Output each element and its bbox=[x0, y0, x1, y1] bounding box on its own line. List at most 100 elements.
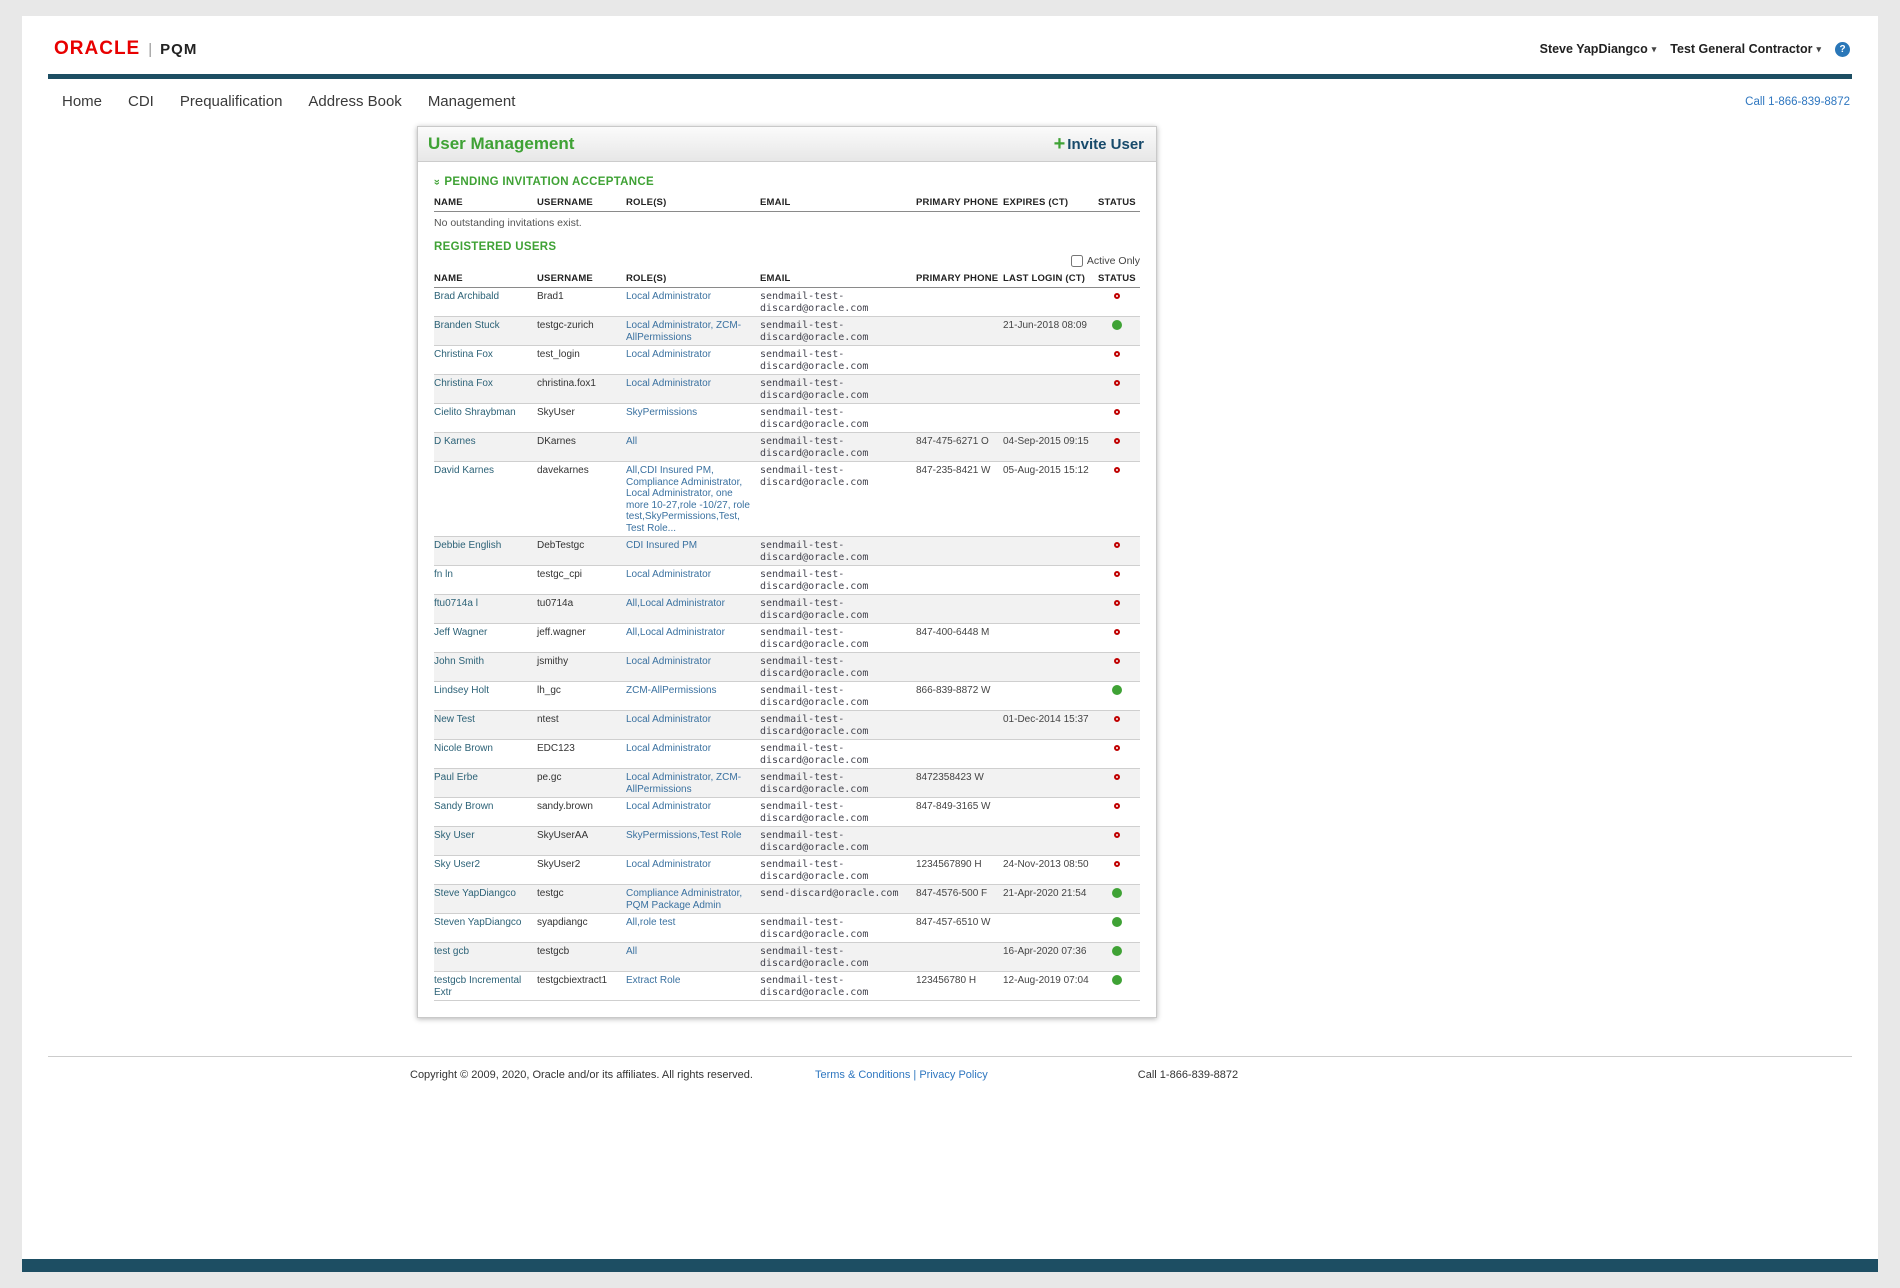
phone-cell: 847-4576-500 F bbox=[916, 885, 1003, 914]
nav-item-home[interactable]: Home bbox=[62, 93, 102, 110]
user-name-link[interactable]: Steve YapDiangco bbox=[434, 885, 537, 914]
roles-cell: Local Administrator bbox=[626, 346, 760, 375]
last-login-cell bbox=[1003, 740, 1098, 769]
roles-cell: All,Local Administrator bbox=[626, 624, 760, 653]
panel-body: « PENDING INVITATION ACCEPTANCE NAMEUSER… bbox=[418, 162, 1156, 1017]
help-icon[interactable]: ? bbox=[1835, 42, 1850, 57]
email-cell: sendmail-test-discard@oracle.com bbox=[760, 462, 916, 537]
pending-section-heading: « PENDING INVITATION ACCEPTANCE bbox=[434, 176, 1140, 188]
last-login-cell: 21-Apr-2020 21:54 bbox=[1003, 885, 1098, 914]
user-name-link[interactable]: Sky User2 bbox=[434, 856, 537, 885]
footer-links: Terms & Conditions | Privacy Policy bbox=[815, 1069, 988, 1081]
last-login-cell bbox=[1003, 682, 1098, 711]
user-name-link[interactable]: Steven YapDiangco bbox=[434, 914, 537, 943]
column-header-email: EMAIL bbox=[760, 270, 916, 288]
plus-icon: + bbox=[1054, 136, 1066, 152]
status-cell bbox=[1098, 682, 1140, 711]
username-cell: lh_gc bbox=[537, 682, 626, 711]
user-name-link[interactable]: D Karnes bbox=[434, 433, 537, 462]
user-name-link[interactable]: David Karnes bbox=[434, 462, 537, 537]
call-link[interactable]: Call 1-866-839-8872 bbox=[1745, 96, 1850, 108]
user-menu[interactable]: Steve YapDiangco ▾ bbox=[1540, 42, 1657, 56]
table-row: Sandy Brownsandy.brownLocal Administrato… bbox=[434, 798, 1140, 827]
user-name-link[interactable]: Brad Archibald bbox=[434, 288, 537, 317]
org-menu[interactable]: Test General Contractor ▾ bbox=[1670, 42, 1821, 56]
user-name-link[interactable]: John Smith bbox=[434, 653, 537, 682]
username-cell: DebTestgc bbox=[537, 537, 626, 566]
footer-link-separator: | bbox=[913, 1069, 916, 1081]
column-header-status: STATUS bbox=[1098, 194, 1140, 212]
column-header-email: EMAIL bbox=[760, 194, 916, 212]
nav-item-prequalification[interactable]: Prequalification bbox=[180, 93, 283, 110]
user-name-link[interactable]: Branden Stuck bbox=[434, 317, 537, 346]
status-inactive-icon bbox=[1114, 658, 1120, 664]
email-cell: sendmail-test-discard@oracle.com bbox=[760, 624, 916, 653]
user-name-link[interactable]: fn ln bbox=[434, 566, 537, 595]
column-header-username: USERNAME bbox=[537, 194, 626, 212]
user-name-link[interactable]: testgcb Incremental Extr bbox=[434, 972, 537, 1001]
column-header-role-s: ROLE(S) bbox=[626, 194, 760, 212]
user-name-link[interactable]: Sandy Brown bbox=[434, 798, 537, 827]
status-inactive-icon bbox=[1114, 832, 1120, 838]
last-login-cell bbox=[1003, 827, 1098, 856]
last-login-cell bbox=[1003, 653, 1098, 682]
username-cell: ntest bbox=[537, 711, 626, 740]
user-name-link[interactable]: Lindsey Holt bbox=[434, 682, 537, 711]
oracle-logo: ORACLE bbox=[54, 38, 140, 60]
status-cell bbox=[1098, 595, 1140, 624]
app-name: PQM bbox=[160, 41, 197, 58]
status-cell bbox=[1098, 537, 1140, 566]
user-name-link[interactable]: Paul Erbe bbox=[434, 769, 537, 798]
column-header-last-login-ct: LAST LOGIN (CT) bbox=[1003, 270, 1098, 288]
email-cell: send-discard@oracle.com bbox=[760, 885, 916, 914]
pending-heading-label: PENDING INVITATION ACCEPTANCE bbox=[444, 176, 654, 188]
user-name-link[interactable]: Christina Fox bbox=[434, 375, 537, 404]
username-cell: pe.gc bbox=[537, 769, 626, 798]
last-login-cell bbox=[1003, 769, 1098, 798]
username-cell: testgcb bbox=[537, 943, 626, 972]
nav-row: Home CDI Prequalification Address Book Manag… bbox=[22, 79, 1878, 124]
status-inactive-icon bbox=[1114, 861, 1120, 867]
user-name-link[interactable]: test gcb bbox=[434, 943, 537, 972]
user-name-link[interactable]: Christina Fox bbox=[434, 346, 537, 375]
table-row: New TestntestLocal Administratorsendmail… bbox=[434, 711, 1140, 740]
last-login-cell: 04-Sep-2015 09:15 bbox=[1003, 433, 1098, 462]
phone-cell bbox=[916, 711, 1003, 740]
nav-item-management[interactable]: Management bbox=[428, 93, 516, 110]
user-name-link[interactable]: Jeff Wagner bbox=[434, 624, 537, 653]
roles-cell: All,role test bbox=[626, 914, 760, 943]
collapse-icon[interactable]: « bbox=[431, 179, 443, 185]
user-name-link[interactable]: ftu0714a l bbox=[434, 595, 537, 624]
roles-cell: Local Administrator, ZCM-AllPermissions bbox=[626, 317, 760, 346]
user-name-link[interactable]: Debbie English bbox=[434, 537, 537, 566]
column-header-primary-phone: PRIMARY PHONE bbox=[916, 194, 1003, 212]
email-cell: sendmail-test-discard@oracle.com bbox=[760, 653, 916, 682]
status-cell bbox=[1098, 375, 1140, 404]
brand-separator: | bbox=[148, 41, 152, 58]
user-name-link[interactable]: Nicole Brown bbox=[434, 740, 537, 769]
invite-user-button[interactable]: + Invite User bbox=[1054, 136, 1144, 153]
user-name-link[interactable]: Sky User bbox=[434, 827, 537, 856]
last-login-cell bbox=[1003, 346, 1098, 375]
status-inactive-icon bbox=[1114, 571, 1120, 577]
nav-item-cdi[interactable]: CDI bbox=[128, 93, 154, 110]
user-name-link[interactable]: New Test bbox=[434, 711, 537, 740]
table-row: David KarnesdavekarnesAll,CDI Insured PM… bbox=[434, 462, 1140, 537]
roles-cell: All bbox=[626, 943, 760, 972]
table-row: Christina Foxtest_loginLocal Administrat… bbox=[434, 346, 1140, 375]
email-cell: sendmail-test-discard@oracle.com bbox=[760, 798, 916, 827]
pending-invitations-table: NAMEUSERNAMEROLE(S)EMAILPRIMARY PHONEEXP… bbox=[434, 194, 1140, 212]
terms-link[interactable]: Terms & Conditions bbox=[815, 1069, 910, 1081]
privacy-link[interactable]: Privacy Policy bbox=[919, 1069, 987, 1081]
last-login-cell bbox=[1003, 914, 1098, 943]
status-cell bbox=[1098, 827, 1140, 856]
status-inactive-icon bbox=[1114, 380, 1120, 386]
user-name-link[interactable]: Cielito Shraybman bbox=[434, 404, 537, 433]
nav-item-address-book[interactable]: Address Book bbox=[308, 93, 401, 110]
roles-cell: All,Local Administrator bbox=[626, 595, 760, 624]
panel-header: User Management + Invite User bbox=[418, 127, 1156, 162]
active-only-checkbox[interactable] bbox=[1071, 255, 1083, 267]
status-inactive-icon bbox=[1114, 438, 1120, 444]
roles-cell: Local Administrator bbox=[626, 740, 760, 769]
column-header-username: USERNAME bbox=[537, 270, 626, 288]
